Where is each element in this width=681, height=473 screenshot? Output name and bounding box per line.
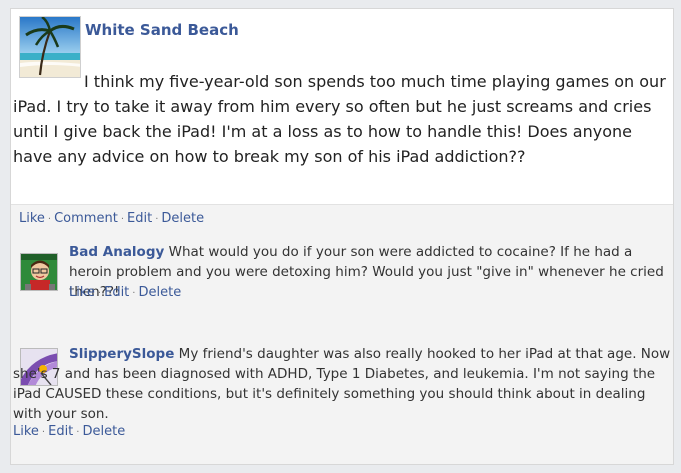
delete-link[interactable]: Delete — [138, 285, 181, 300]
comment-actions: Like · Edit · Delete — [69, 285, 181, 300]
cartoon-guy-avatar-icon[interactable] — [20, 253, 58, 291]
separator-dot: · — [76, 427, 80, 438]
comment-slippery-slope: SlipperySlope My friend's daughter was a… — [13, 344, 673, 424]
delete-link[interactable]: Delete — [82, 424, 125, 439]
separator-dot: · — [97, 288, 102, 299]
post-author-link[interactable]: White Sand Beach — [85, 21, 239, 39]
comment-author-link[interactable]: SlipperySlope — [69, 346, 174, 362]
comment-author-link[interactable]: Bad Analogy — [69, 244, 164, 260]
like-link[interactable]: Like — [69, 285, 95, 300]
post-card: White Sand Beach I think my five-year-ol… — [10, 8, 674, 465]
comment-link[interactable]: Comment — [54, 211, 118, 226]
separator-dot: · — [155, 214, 159, 225]
like-link[interactable]: Like — [19, 211, 45, 226]
separator-dot: · — [41, 427, 46, 438]
separator-dot: · — [132, 288, 136, 299]
like-link[interactable]: Like — [13, 424, 39, 439]
comment-actions: Like · Edit · Delete — [13, 424, 125, 439]
edit-link[interactable]: Edit — [127, 211, 152, 226]
edit-link[interactable]: Edit — [48, 424, 73, 439]
status-post: White Sand Beach I think my five-year-ol… — [11, 9, 673, 205]
post-actions: Like · Comment · Edit · Delete — [19, 211, 204, 226]
separator-dot: · — [120, 214, 124, 225]
delete-link[interactable]: Delete — [161, 211, 204, 226]
separator-dot: · — [47, 214, 52, 225]
post-text: I think my five-year-old son spends too … — [13, 72, 666, 166]
edit-link[interactable]: Edit — [104, 285, 129, 300]
